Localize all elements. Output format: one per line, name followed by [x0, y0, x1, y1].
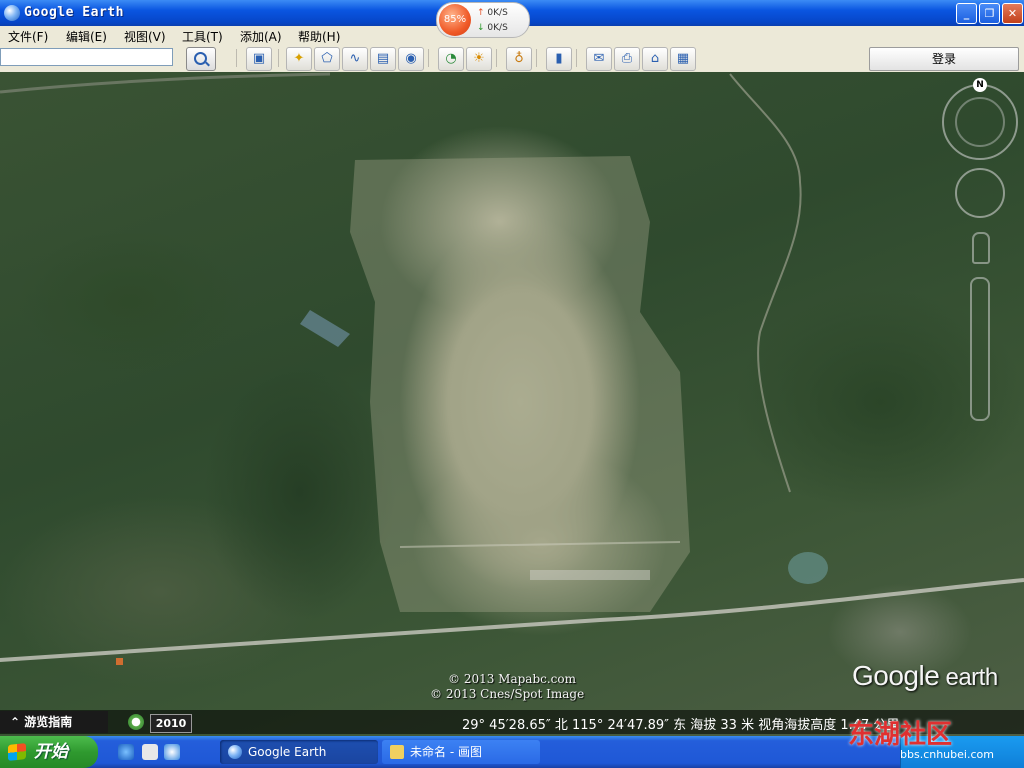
add-overlay-button[interactable]: ▤	[370, 47, 396, 71]
street-view-pegman[interactable]	[972, 232, 990, 264]
show-desktop-icon[interactable]	[142, 744, 158, 760]
ruler-button[interactable]: ▮	[546, 47, 572, 71]
download-speed-value: 0K/S	[487, 23, 508, 33]
forum-watermark: 东湖社区	[848, 720, 953, 750]
menu-help[interactable]: 帮助(H)	[298, 28, 340, 45]
historical-imagery-button[interactable]: ◔	[438, 47, 464, 71]
upload-speed-value: 0K/S	[487, 8, 508, 18]
task-paint[interactable]: 未命名 - 画图	[382, 740, 540, 764]
print-button[interactable]: ⎙	[614, 47, 640, 71]
historical-clock-icon[interactable]	[128, 714, 144, 730]
google-maps-button[interactable]: ⌂	[642, 47, 668, 71]
maximize-button[interactable]: ❐	[979, 3, 1000, 24]
record-tour-button[interactable]: ◉	[398, 47, 424, 71]
map-view[interactable]: N © 2013 Mapabc.com © 2013 Cnes/Spot Ima…	[0, 72, 1024, 736]
move-control[interactable]	[955, 168, 1005, 218]
look-joystick[interactable]	[955, 97, 1005, 147]
logo-google-text: Google	[852, 660, 940, 691]
add-placemark-button[interactable]: ✦	[286, 47, 312, 71]
upload-arrow-icon: ↑	[477, 8, 485, 18]
menu-view[interactable]: 视图(V)	[124, 28, 166, 45]
upload-speed: ↑ 0K/S	[477, 8, 508, 18]
compass-north[interactable]: N	[973, 78, 987, 92]
network-usage-percent: 85%	[439, 4, 471, 36]
menu-add[interactable]: 添加(A)	[240, 28, 282, 45]
chevron-up-icon: ⌃	[10, 715, 25, 729]
switch-planet-button[interactable]: ♁	[506, 47, 532, 71]
coordinates-readout: 29° 45′28.65″ 北 115° 24′47.89″ 东 海拔 33 米…	[462, 718, 900, 733]
search-icon	[194, 52, 207, 65]
task-google-earth[interactable]: Google Earth	[220, 740, 378, 764]
start-label: 开始	[34, 742, 68, 762]
media-player-icon[interactable]	[164, 744, 180, 760]
add-polygon-button[interactable]: ⬠	[314, 47, 340, 71]
sidebar-toggle-button[interactable]: ▣	[246, 47, 272, 71]
tour-guide-button[interactable]: ⌃ 游览指南	[0, 711, 108, 733]
login-button[interactable]: 登录	[869, 47, 1019, 71]
copyright-mapabc: © 2013 Mapabc.com	[448, 672, 576, 686]
save-image-button[interactable]: ▦	[670, 47, 696, 71]
task-paint-label: 未命名 - 画图	[410, 745, 482, 759]
copyright-cnes: © 2013 Cnes/Spot Image	[430, 687, 585, 701]
logo-earth-text: earth	[939, 664, 998, 691]
tour-guide-label: 游览指南	[24, 715, 73, 729]
sunlight-button[interactable]: ☀	[466, 47, 492, 71]
windows-logo-icon	[8, 743, 26, 761]
menu-file[interactable]: 文件(F)	[8, 28, 48, 45]
network-speed-widget[interactable]: 85% ↑ 0K/S ↓ 0K/S	[436, 2, 530, 38]
toolbar: ▣ ✦ ⬠ ∿ ▤ ◉ ◔ ☀ ♁ ▮ ✉ ⎙ ⌂ ▦ 登录	[0, 45, 1024, 73]
forum-watermark-url: bbs.cnhubei.com	[900, 748, 994, 761]
google-earth-logo: Google earth	[852, 660, 998, 692]
email-button[interactable]: ✉	[586, 47, 612, 71]
minimize-button[interactable]: _	[956, 3, 977, 24]
menu-tools[interactable]: 工具(T)	[182, 28, 223, 45]
search-input[interactable]	[0, 48, 173, 66]
imagery-year: 2010	[150, 714, 192, 733]
task-google-earth-label: Google Earth	[248, 745, 327, 759]
start-button[interactable]: 开始	[0, 736, 98, 768]
terrain-overlay	[0, 72, 1024, 665]
add-path-button[interactable]: ∿	[342, 47, 368, 71]
ie-icon[interactable]	[118, 744, 134, 760]
menu-edit[interactable]: 编辑(E)	[66, 28, 107, 45]
search-button[interactable]	[186, 47, 216, 71]
window-title: Google Earth	[24, 5, 124, 20]
google-earth-task-icon	[228, 745, 242, 759]
close-button[interactable]: ✕	[1002, 3, 1023, 24]
download-speed: ↓ 0K/S	[477, 23, 508, 33]
paint-task-icon	[390, 745, 404, 759]
zoom-slider[interactable]	[970, 277, 990, 421]
download-arrow-icon: ↓	[477, 23, 485, 33]
google-earth-icon	[4, 5, 20, 21]
